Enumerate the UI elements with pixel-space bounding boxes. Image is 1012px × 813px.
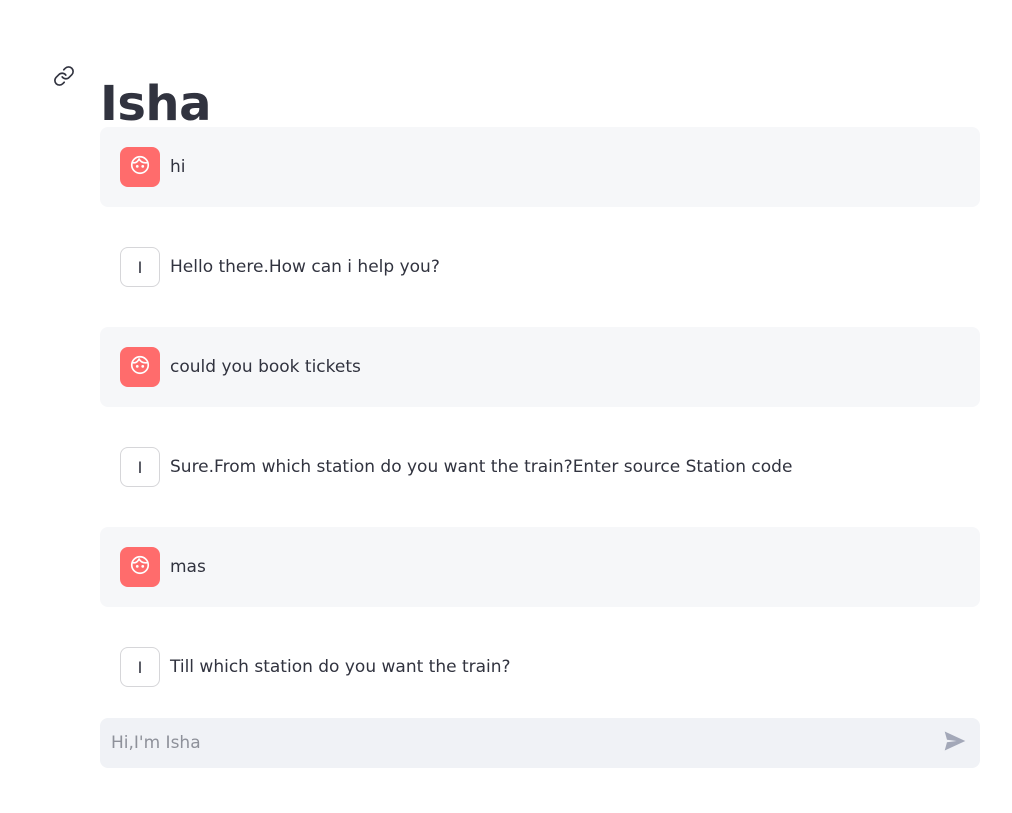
chat-message-assistant: I Till which station do you want the tra… — [100, 627, 980, 707]
send-button[interactable] — [930, 718, 980, 768]
user-avatar — [120, 547, 160, 587]
message-text: mas — [170, 557, 206, 577]
chat-input-box — [100, 717, 980, 769]
title-row: Isha — [52, 44, 212, 132]
face-icon — [129, 354, 151, 380]
message-text: Till which station do you want the train… — [170, 657, 511, 677]
message-text: hi — [170, 157, 186, 177]
message-text: could you book tickets — [170, 357, 361, 377]
chat-message-user: could you book tickets — [100, 327, 980, 407]
link-icon[interactable] — [52, 64, 76, 88]
assistant-avatar: I — [120, 247, 160, 287]
assistant-avatar: I — [120, 647, 160, 687]
face-icon — [129, 554, 151, 580]
chat-message-user: mas — [100, 527, 980, 607]
chat-page: Isha hi I Hello there.How can i help you… — [0, 0, 1012, 813]
send-icon — [942, 728, 968, 758]
assistant-avatar: I — [120, 447, 160, 487]
user-avatar — [120, 147, 160, 187]
message-text: Sure.From which station do you want the … — [170, 457, 793, 477]
chat-input[interactable] — [100, 717, 930, 769]
user-avatar — [120, 347, 160, 387]
chat-message-assistant: I Hello there.How can i help you? — [100, 227, 980, 307]
face-icon — [129, 154, 151, 180]
chat-message-user: hi — [100, 127, 980, 207]
chat-message-list: hi I Hello there.How can i help you? cou… — [100, 127, 980, 727]
message-text: Hello there.How can i help you? — [170, 257, 440, 277]
chat-message-assistant: I Sure.From which station do you want th… — [100, 427, 980, 507]
